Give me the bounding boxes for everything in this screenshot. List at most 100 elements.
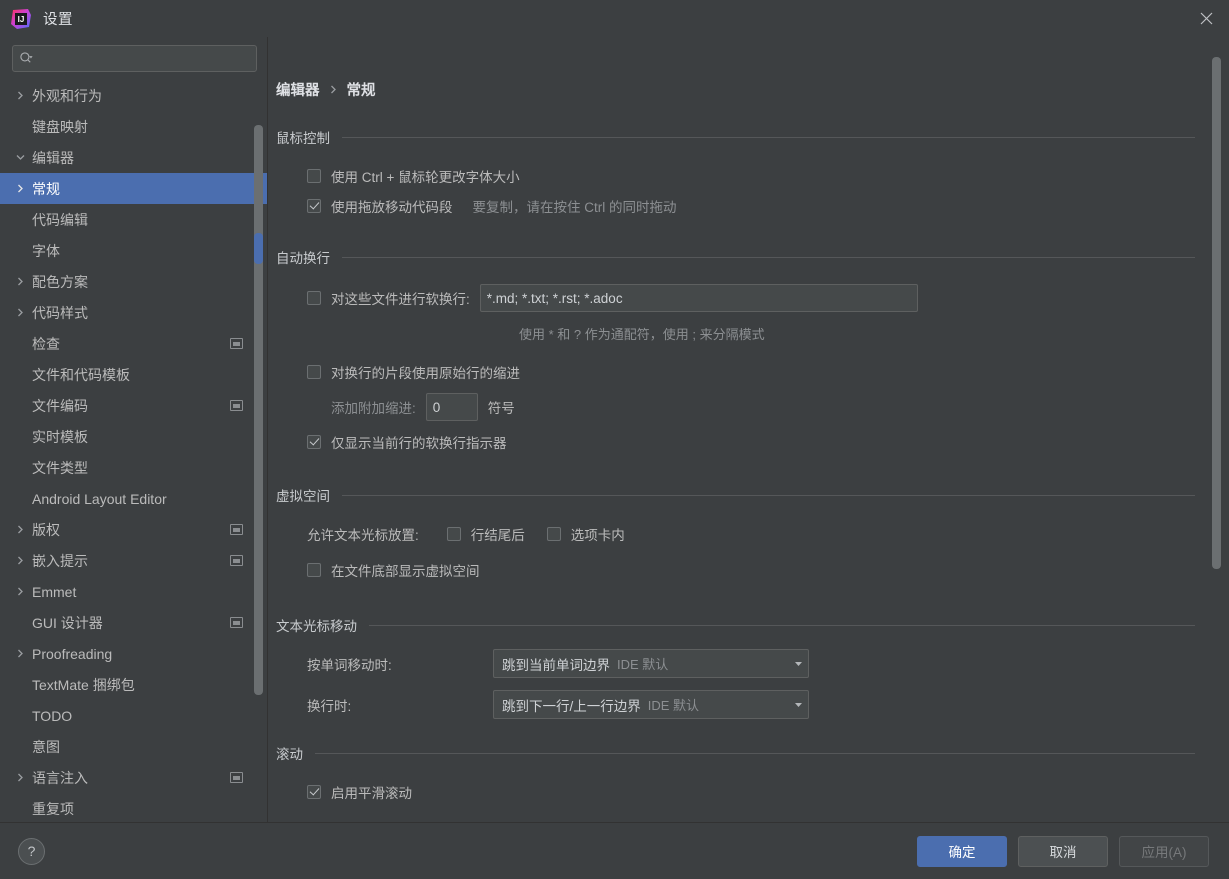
svg-text:IJ: IJ: [18, 15, 25, 24]
sidebar-item[interactable]: 语言注入: [0, 762, 267, 793]
checkbox-enable-smooth-scrolling[interactable]: [307, 785, 321, 799]
section-virtual-space-label: 虚拟空间: [276, 489, 330, 504]
chevron-right-icon[interactable]: [12, 525, 28, 534]
sidebar-item-label: 外观和行为: [32, 87, 102, 104]
chevron-right-icon[interactable]: [12, 649, 28, 658]
checkbox-after-line-end[interactable]: [446, 527, 461, 541]
apply-button[interactable]: 应用(A): [1119, 835, 1209, 867]
checkbox-row-drag-drop[interactable]: 使用拖放移动代码段 要复制，请在按住 Ctrl 的同时拖动: [307, 191, 1195, 221]
sidebar-item[interactable]: TODO: [0, 700, 267, 731]
checkbox-use-original-indent[interactable]: [307, 365, 321, 379]
sidebar-item[interactable]: 版权: [0, 514, 267, 545]
search-box[interactable]: [12, 45, 257, 72]
project-scope-icon: [230, 400, 243, 411]
sidebar-item[interactable]: 代码编辑: [0, 204, 267, 235]
divider: [315, 752, 1195, 754]
sidebar-item[interactable]: 重复项: [0, 793, 267, 822]
sidebar-item[interactable]: 配色方案: [0, 266, 267, 297]
breadcrumb-parent[interactable]: 编辑器: [276, 79, 320, 100]
dialog-body: 外观和行为 键盘映射 编辑器 常规 代码编辑 字体 配色方案 代码样式 检查 文件和代码模板 文件编…: [0, 37, 1229, 822]
sidebar-scrollbar[interactable]: [254, 121, 263, 806]
checkbox-soft-wrap-files[interactable]: [307, 291, 321, 305]
chevron-right-icon[interactable]: [12, 91, 28, 100]
additional-indent-input[interactable]: 0: [425, 393, 478, 421]
chevron-right-icon[interactable]: [12, 184, 28, 193]
checkbox-row-smooth-scroll[interactable]: 启用平滑滚动: [307, 777, 1195, 807]
chevron-right-icon[interactable]: [12, 277, 28, 286]
sidebar-item-label: 文件和代码模板: [32, 366, 130, 383]
checkbox-row-current-line-indicator[interactable]: 仅显示当前行的软换行指示器: [307, 427, 1195, 457]
sidebar-item[interactable]: Proofreading: [0, 638, 267, 669]
content-scrollbar[interactable]: [1212, 57, 1221, 812]
checkbox-inside-tabs[interactable]: [546, 527, 561, 541]
show-virtual-space-label: 在文件底部显示虚拟空间: [331, 564, 480, 579]
sidebar-item-label: TODO: [32, 707, 73, 724]
chevron-right-icon[interactable]: [12, 587, 28, 596]
sidebar-item[interactable]: 检查: [0, 328, 267, 359]
section-soft-wrap-label: 自动换行: [276, 251, 330, 266]
section-title: 滚动: [276, 743, 1195, 763]
sidebar-item-label: 版权: [32, 521, 60, 538]
project-scope-icon: [230, 524, 243, 535]
ok-button[interactable]: 确定: [917, 835, 1007, 867]
soft-wrap-files-input[interactable]: *.md; *.txt; *.rst; *.adoc: [479, 284, 918, 312]
dropdown-word-move[interactable]: 跳到当前单词边界 IDE 默认: [493, 649, 809, 678]
checkbox-current-line-label: 仅显示当前行的软换行指示器: [331, 436, 507, 451]
dropdown-line-wrap[interactable]: 跳到下一行/上一行边界 IDE 默认: [493, 690, 809, 719]
sidebar-item[interactable]: 外观和行为: [0, 80, 267, 111]
search-input[interactable]: [38, 51, 250, 66]
close-icon[interactable]: [1183, 0, 1229, 37]
checkbox-drag-drop-move[interactable]: [307, 199, 321, 213]
project-scope-icon: [230, 338, 243, 349]
line-wrap-default: IDE 默认: [647, 698, 700, 713]
sidebar-item[interactable]: 编辑器: [0, 142, 267, 173]
smooth-scroll-label: 启用平滑滚动: [331, 786, 412, 801]
checkbox-row-original-indent[interactable]: 对换行的片段使用原始行的缩进: [307, 357, 1195, 387]
sidebar-item-label: 检查: [32, 335, 60, 352]
sidebar-item[interactable]: 代码样式: [0, 297, 267, 328]
soft-wrap-files-label: 对这些文件进行软换行:: [331, 292, 470, 307]
section-mouse-control: 鼠标控制 使用 Ctrl + 鼠标轮更改字体大小 使用拖放移动代码段 要复制，请…: [268, 127, 1195, 221]
section-title: 文本光标移动: [276, 615, 1195, 635]
breadcrumb: 编辑器 常规: [268, 79, 1195, 100]
sidebar-item[interactable]: 嵌入提示: [0, 545, 267, 576]
checkbox-row-ctrl-wheel[interactable]: 使用 Ctrl + 鼠标轮更改字体大小: [307, 161, 1195, 191]
section-title: 鼠标控制: [276, 127, 1195, 147]
chevron-right-icon[interactable]: [12, 556, 28, 565]
sidebar-item[interactable]: GUI 设计器: [0, 607, 267, 638]
line-wrap-value: 跳到下一行/上一行边界: [502, 698, 641, 714]
checkbox-row-show-virtual-space[interactable]: 在文件底部显示虚拟空间: [307, 555, 1195, 585]
section-soft-wrap: 自动换行 对这些文件进行软换行: *.md; *.txt; *.rst; *.a…: [268, 247, 1195, 457]
footer-buttons: 确定 取消 应用(A): [917, 835, 1209, 867]
sidebar-item[interactable]: 文件类型: [0, 452, 267, 483]
chevron-right-icon[interactable]: [12, 773, 28, 782]
sidebar-item-label: 键盘映射: [32, 118, 88, 135]
sidebar-item-label: 编辑器: [32, 149, 74, 166]
divider: [342, 256, 1195, 258]
drag-drop-hint: 要复制，请在按住 Ctrl 的同时拖动: [472, 200, 677, 215]
soft-wrap-files-row: 对这些文件进行软换行: *.md; *.txt; *.rst; *.adoc: [307, 281, 1195, 315]
project-scope-icon: [230, 772, 243, 783]
sidebar-item[interactable]: 文件编码: [0, 390, 267, 421]
sidebar-item[interactable]: TextMate 捆绑包: [0, 669, 267, 700]
sidebar-item-label: TextMate 捆绑包: [32, 676, 135, 693]
intellij-idea-logo-icon: IJ: [10, 8, 32, 30]
sidebar-item-label: 配色方案: [32, 273, 88, 290]
help-button[interactable]: ?: [18, 837, 45, 865]
cancel-button[interactable]: 取消: [1018, 835, 1108, 867]
checkbox-show-current-line-indicator[interactable]: [307, 435, 321, 449]
chevron-right-icon[interactable]: [12, 308, 28, 317]
sidebar-item-label: Android Layout Editor: [32, 490, 167, 507]
sidebar-item[interactable]: Emmet: [0, 576, 267, 607]
checkbox-show-virtual-space-bottom[interactable]: [307, 563, 321, 577]
sidebar-item[interactable]: 字体: [0, 235, 267, 266]
checkbox-ctrl-wheel-font-size[interactable]: [307, 169, 321, 183]
sidebar-item[interactable]: 文件和代码模板: [0, 359, 267, 390]
sidebar-item[interactable]: 实时模板: [0, 421, 267, 452]
sidebar-item[interactable]: 常规: [0, 173, 267, 204]
chevron-down-icon[interactable]: [12, 153, 28, 162]
settings-tree[interactable]: 外观和行为键盘映射编辑器常规 代码编辑 字体配色方案代码样式检查文件和代码模板文件编…: [0, 78, 267, 822]
sidebar-item[interactable]: Android Layout Editor: [0, 483, 267, 514]
sidebar-item[interactable]: 意图: [0, 731, 267, 762]
sidebar-item[interactable]: 键盘映射: [0, 111, 267, 142]
